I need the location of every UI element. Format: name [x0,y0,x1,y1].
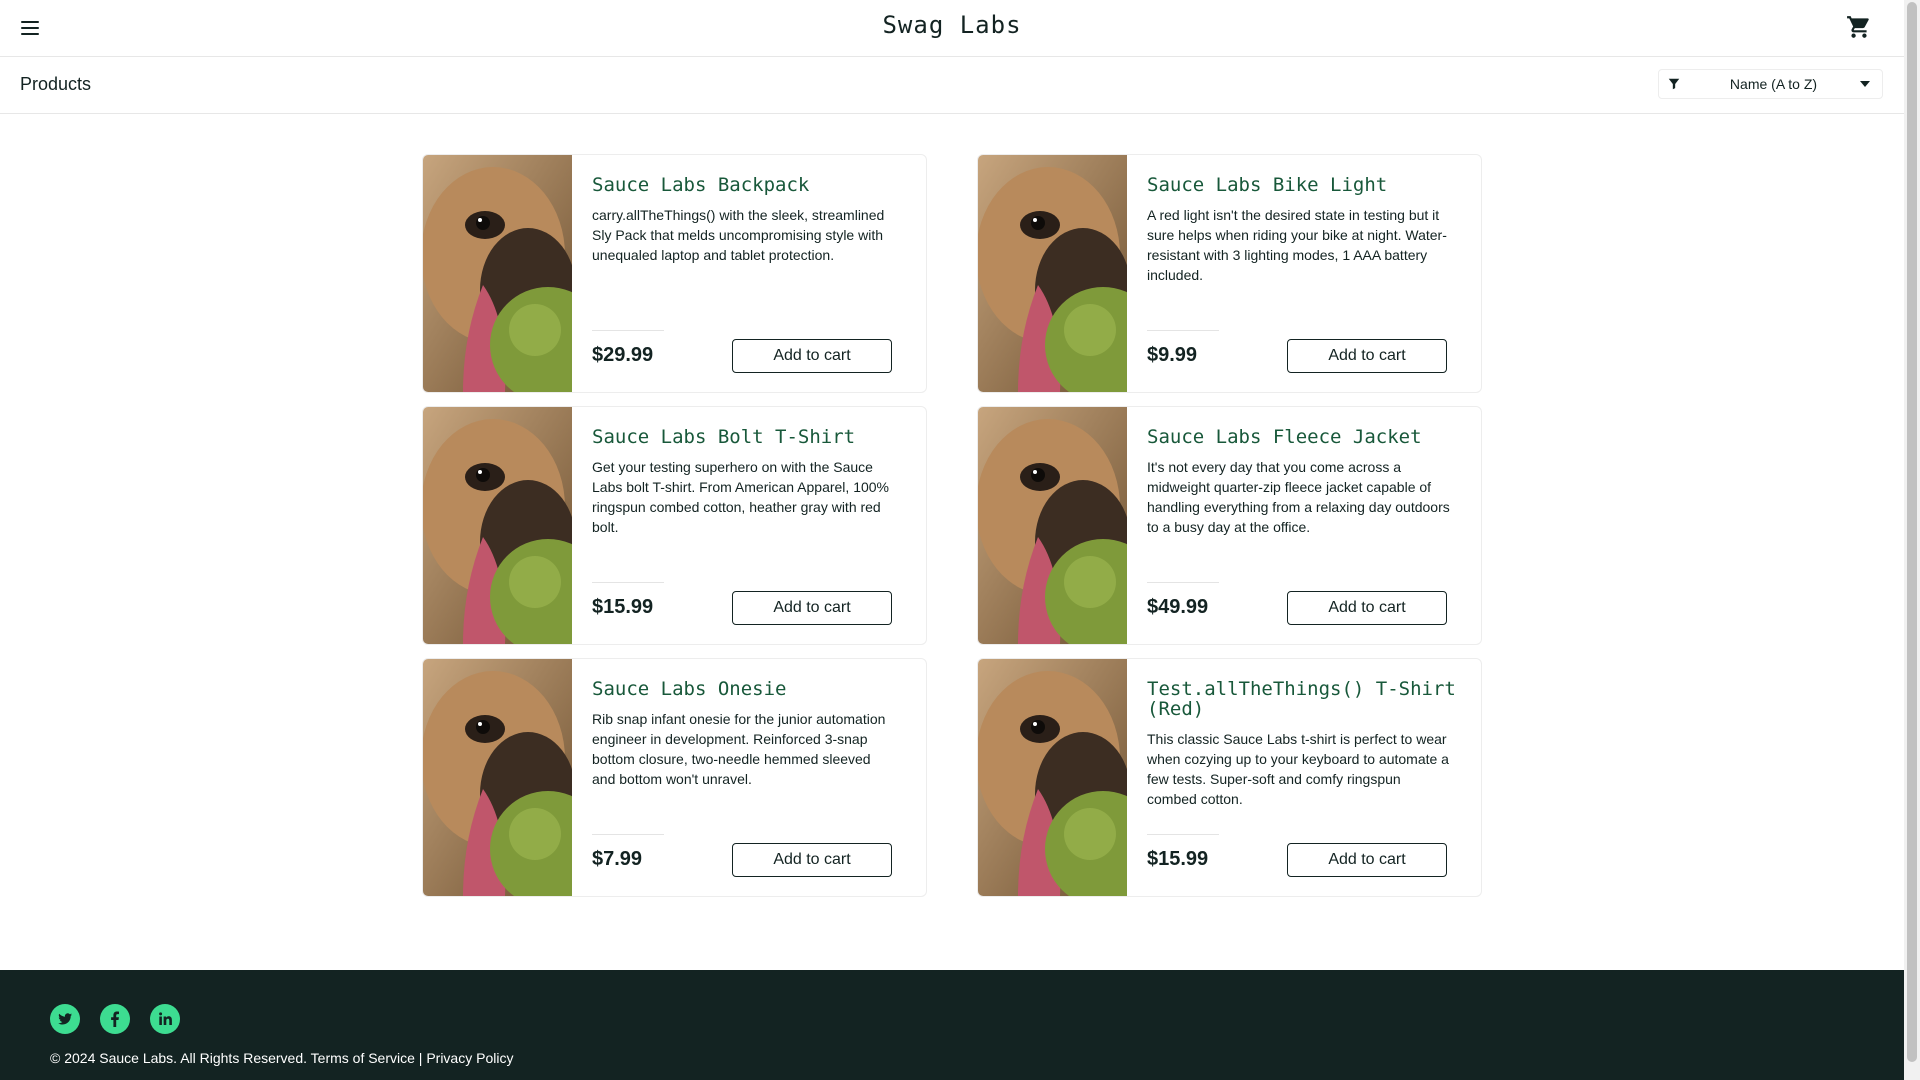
product-image[interactable] [423,659,572,896]
add-to-cart-button[interactable]: Add to cart [732,591,892,625]
product-body: Sauce Labs Backpack carry.allTheThings()… [592,155,902,392]
add-to-cart-button[interactable]: Add to cart [1287,591,1447,625]
price-divider [1147,834,1219,835]
copyright-text: © 2024 Sauce Labs. All Rights Reserved. … [50,1050,514,1066]
product-price: $15.99 [592,596,654,618]
price-divider [592,834,664,835]
inventory-item: Sauce Labs Backpack carry.allTheThings()… [422,154,927,393]
app-logo: Swag Labs [882,11,1022,39]
price-divider [1147,330,1219,331]
inventory-item: Sauce Labs Fleece Jacket It's not every … [977,406,1482,645]
product-name-link[interactable]: Test.allTheThings() T-Shirt (Red) [1147,679,1462,719]
product-image[interactable] [978,407,1127,644]
scrollbar-thumb[interactable] [1907,2,1917,1062]
product-image[interactable] [423,155,572,392]
product-image[interactable] [978,155,1127,392]
product-name-link[interactable]: Sauce Labs Fleece Jacket [1147,427,1462,447]
product-description: This classic Sauce Labs t-shirt is perfe… [1147,731,1449,807]
product-name-link[interactable]: Sauce Labs Onesie [592,679,907,699]
price-divider [592,330,664,331]
inventory-item: Sauce Labs Bike Light A red light isn't … [977,154,1482,393]
product-price: $49.99 [1147,596,1209,618]
product-price: $7.99 [592,848,643,870]
product-body: Test.allTheThings() T-Shirt (Red) This c… [1147,659,1457,896]
product-name-link[interactable]: Sauce Labs Bike Light [1147,175,1462,195]
product-description: carry.allTheThings() with the sleek, str… [592,207,885,263]
twitter-icon[interactable] [50,1004,80,1034]
product-body: Sauce Labs Bike Light A red light isn't … [1147,155,1457,392]
sort-select[interactable]: Name (A to Z) [1658,69,1883,99]
add-to-cart-button[interactable]: Add to cart [1287,339,1447,373]
footer: © 2024 Sauce Labs. All Rights Reserved. … [0,970,1904,1080]
inventory-item: Test.allTheThings() T-Shirt (Red) This c… [977,658,1482,897]
product-name-link[interactable]: Sauce Labs Bolt T-Shirt [592,427,907,447]
facebook-icon[interactable] [100,1004,130,1034]
linkedin-icon[interactable] [150,1004,180,1034]
price-divider [1147,582,1219,583]
inventory-item: Sauce Labs Onesie Rib snap infant onesie… [422,658,927,897]
product-image[interactable] [423,407,572,644]
page-title: Products [20,74,92,94]
sort-selected-value: Name (A to Z) [1729,76,1818,92]
product-body: Sauce Labs Onesie Rib snap infant onesie… [592,659,902,896]
shopping-cart-icon[interactable] [1846,14,1872,40]
product-price: $9.99 [1147,344,1198,366]
add-to-cart-button[interactable]: Add to cart [1287,843,1447,877]
product-description: Rib snap infant onesie for the junior au… [592,711,886,787]
add-to-cart-button[interactable]: Add to cart [732,843,892,877]
product-name-link[interactable]: Sauce Labs Backpack [592,175,907,195]
product-description: It's not every day that you come across … [1147,459,1450,535]
product-price: $15.99 [1147,848,1209,870]
secondary-header: Products Name (A to Z) [0,57,1904,114]
vertical-scrollbar[interactable] [1904,0,1920,1080]
inventory-item: Sauce Labs Bolt T-Shirt Get your testing… [422,406,927,645]
chevron-down-icon [1860,81,1870,87]
product-price: $29.99 [592,344,654,366]
app-root: Swag Labs Products Name (A to Z) Sauce L… [0,0,1904,1080]
price-divider [592,582,664,583]
product-description: A red light isn't the desired state in t… [1147,207,1447,283]
product-body: Sauce Labs Fleece Jacket It's not every … [1147,407,1457,644]
add-to-cart-button[interactable]: Add to cart [732,339,892,373]
product-description: Get your testing superhero on with the S… [592,459,889,535]
product-image[interactable] [978,659,1127,896]
primary-header: Swag Labs [0,0,1904,57]
product-body: Sauce Labs Bolt T-Shirt Get your testing… [592,407,902,644]
